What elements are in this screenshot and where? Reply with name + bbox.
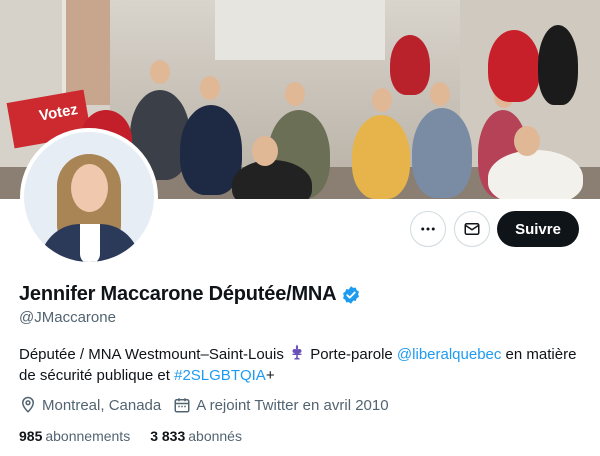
crowd-head [514, 126, 540, 156]
crowd-head [252, 136, 278, 166]
more-dots-icon [421, 227, 435, 231]
join-date-text: A rejoint Twitter en avril 2010 [196, 396, 389, 414]
followers-link[interactable]: 3 833 abonnés [150, 428, 242, 444]
avatar-shirt [80, 224, 100, 262]
fleur-de-lis-icon [292, 344, 302, 360]
crowd-person [390, 35, 430, 95]
avatar[interactable] [20, 128, 158, 266]
name-row: Jennifer Maccarone Députée/MNA [19, 283, 361, 306]
crowd-head [430, 82, 450, 106]
location-text: Montreal, Canada [42, 396, 162, 414]
follow-button[interactable]: Suivre [497, 211, 579, 247]
crowd-person [352, 115, 410, 199]
verified-badge-icon[interactable] [341, 285, 361, 305]
envelope-icon [464, 223, 480, 235]
location: Montreal, Canada [19, 396, 161, 414]
followers-label: abonnés [188, 428, 242, 444]
crowd-head [150, 60, 170, 84]
bio: Députée / MNA Westmount–Saint-Louis Port… [19, 343, 579, 386]
avatar-face [71, 164, 108, 212]
crowd-person [412, 108, 472, 198]
message-button[interactable] [454, 211, 490, 247]
mention-link[interactable]: @liberalquebec [397, 346, 501, 363]
banner-window [215, 0, 385, 60]
location-pin-icon [21, 396, 35, 413]
crowd-person [538, 25, 578, 105]
following-label: abonnements [45, 428, 131, 444]
follow-stats: 985 abonnements 3 833 abonnés [19, 428, 262, 444]
following-count: 985 [19, 428, 43, 444]
hashtag-link[interactable]: #2SLGBTQIA [174, 367, 266, 384]
more-button[interactable] [410, 211, 446, 247]
display-name: Jennifer Maccarone Députée/MNA [19, 283, 337, 305]
followers-count: 3 833 [150, 428, 186, 444]
crowd-head [372, 88, 392, 112]
bio-text: Députée / MNA Westmount–Saint-Louis [19, 346, 289, 363]
crowd-head [285, 82, 305, 106]
crowd-person [488, 150, 583, 199]
bio-text: Porte-parole [306, 346, 397, 363]
bio-text: + [265, 367, 275, 384]
following-link[interactable]: 985 abonnements [19, 428, 130, 444]
join-date: A rejoint Twitter en avril 2010 [173, 396, 389, 414]
crowd-head [200, 76, 220, 100]
crowd-person [488, 30, 540, 102]
banner-poster [62, 0, 110, 105]
calendar-icon [174, 398, 190, 413]
profile-meta: Montreal, Canada A rejoint Twitter en av… [19, 396, 401, 414]
handle: @JMaccarone [19, 309, 116, 326]
